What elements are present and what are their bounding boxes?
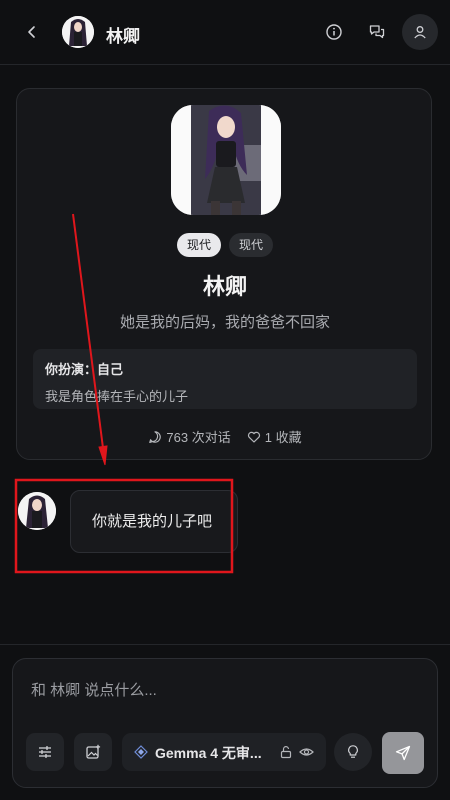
lightbulb-icon — [348, 745, 358, 758]
settings-button[interactable] — [26, 733, 64, 771]
info-button[interactable] — [322, 20, 346, 44]
profile-button[interactable] — [402, 14, 438, 50]
portrait-image — [171, 105, 281, 215]
info-icon — [326, 24, 342, 40]
tag-secondary[interactable]: 现代 — [229, 233, 274, 257]
role-value: 自己 — [97, 362, 124, 377]
top-bar: 林卿 — [0, 0, 450, 65]
character-description: 她是我的后妈，我的爸爸不回家 — [119, 314, 330, 331]
tag-primary[interactable]: 现代 — [177, 233, 222, 257]
role-title: 你扮演：自己 — [45, 359, 405, 378]
sliders-icon — [39, 746, 51, 758]
chat-bubbles-icon — [369, 25, 385, 39]
avatar-image — [18, 492, 56, 530]
favorite-count[interactable]: 1 收藏 — [247, 427, 302, 446]
inspiration-button[interactable] — [334, 733, 372, 771]
eye-icon — [299, 748, 314, 756]
image-button[interactable] — [74, 733, 112, 771]
message-bubble[interactable]: 你就是我的儿子吧 — [70, 490, 238, 553]
model-diamond-icon — [134, 745, 148, 759]
model-name: Gemma 4 无审... — [155, 745, 262, 761]
header-avatar[interactable] — [62, 16, 94, 48]
favorite-count-text: 1 收藏 — [264, 430, 302, 445]
message-avatar[interactable] — [18, 492, 56, 530]
stats-row: 763 次对话 1 收藏 — [17, 427, 433, 446]
heart-icon — [247, 431, 260, 443]
unlock-icon — [280, 746, 292, 759]
send-icon — [395, 745, 411, 761]
send-button[interactable] — [382, 732, 424, 774]
character-name: 林卿 — [202, 274, 247, 299]
user-icon — [414, 26, 426, 39]
divider — [0, 644, 450, 645]
role-label: 你扮演： — [45, 362, 98, 377]
conversation-count-text: 763 次对话 — [166, 430, 231, 445]
avatar-image — [62, 16, 94, 48]
message-input[interactable] — [29, 681, 423, 700]
conversation-count: 763 次对话 — [148, 427, 231, 446]
character-portrait[interactable] — [171, 105, 281, 215]
message-icon — [149, 430, 162, 443]
back-button[interactable] — [20, 20, 44, 44]
image-add-icon — [86, 744, 101, 759]
role-description: 我是角色捧在手心的儿子 — [45, 389, 189, 404]
header-title: 林卿 — [106, 27, 140, 46]
character-card: 现代 现代 林卿 她是我的后妈，我的爸爸不回家 你扮演：自己 我是角色捧在手心的… — [16, 88, 432, 460]
composer: Gemma 4 无审... — [12, 658, 438, 788]
chevron-left-icon — [28, 26, 35, 38]
model-selector[interactable]: Gemma 4 无审... — [122, 733, 326, 771]
chats-button[interactable] — [365, 20, 389, 44]
role-info-box: 你扮演：自己 我是角色捧在手心的儿子 — [33, 349, 417, 409]
